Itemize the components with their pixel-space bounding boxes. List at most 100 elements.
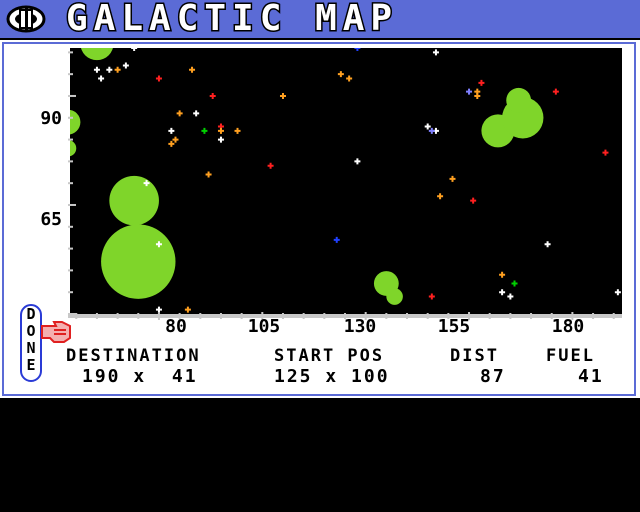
y-tick (68, 94, 76, 97)
star[interactable] (437, 193, 444, 200)
y-tick (68, 225, 73, 228)
x-tick-label: 130 (343, 316, 377, 337)
star[interactable] (602, 149, 609, 156)
star[interactable] (449, 175, 456, 182)
star[interactable] (279, 92, 286, 99)
ring-logo-icon (6, 5, 46, 33)
star[interactable] (172, 136, 179, 143)
star[interactable] (189, 66, 196, 73)
star[interactable] (122, 62, 129, 69)
x-tick-label: 180 (551, 316, 585, 337)
bottom-area (0, 398, 640, 512)
x-tick (302, 313, 305, 319)
done-letter: O (26, 322, 36, 340)
star[interactable] (478, 79, 485, 86)
y-tick (68, 269, 73, 272)
nebula (109, 175, 159, 226)
x-tick (137, 313, 140, 319)
nebula (101, 224, 176, 299)
x-tick-label: 80 (165, 316, 187, 337)
destination-value: 190 x 41 (82, 366, 198, 387)
done-letter: N (26, 339, 36, 357)
x-tick (95, 313, 98, 319)
star[interactable] (168, 127, 175, 134)
star[interactable] (424, 123, 431, 130)
star[interactable] (470, 197, 477, 204)
star[interactable] (544, 241, 551, 248)
destination-label: DESTINATION (66, 346, 201, 366)
star[interactable] (428, 293, 435, 300)
star[interactable] (131, 48, 138, 51)
start-pos-value: 125 x 100 (274, 366, 390, 387)
star[interactable] (346, 75, 353, 82)
y-tick (68, 313, 76, 315)
done-letter: E (26, 356, 36, 374)
star[interactable] (474, 92, 481, 99)
y-tick (68, 160, 73, 163)
pointing-hand-icon (41, 321, 71, 343)
y-tick-label: 65 (40, 209, 62, 230)
x-tick-label: 105 (247, 316, 281, 337)
y-tick (68, 116, 73, 119)
x-tick (219, 313, 222, 319)
x-tick (488, 313, 491, 319)
x-tick (530, 313, 533, 319)
star[interactable] (614, 289, 621, 296)
done-button[interactable]: D O N E (20, 304, 42, 382)
title-bar: GALACTIC MAP (0, 0, 640, 41)
y-axis-ticks (68, 51, 76, 315)
nebula (506, 87, 532, 113)
dist-value: 87 (480, 366, 506, 387)
star[interactable] (217, 136, 224, 143)
galactic-map[interactable] (68, 48, 622, 314)
star[interactable] (428, 127, 435, 134)
star[interactable] (201, 127, 208, 134)
y-tick (68, 73, 73, 76)
star[interactable] (552, 88, 559, 95)
page-title: GALACTIC MAP (64, 0, 399, 41)
star[interactable] (234, 127, 241, 134)
y-tick (68, 138, 73, 141)
star[interactable] (507, 293, 514, 300)
star[interactable] (193, 110, 200, 117)
y-tick (68, 291, 73, 294)
star[interactable] (176, 110, 183, 117)
x-tick-label: 155 (437, 316, 471, 337)
star[interactable] (267, 162, 274, 169)
star[interactable] (511, 280, 518, 287)
star[interactable] (466, 88, 473, 95)
start-pos-label: START POS (274, 346, 385, 366)
nebula (386, 288, 403, 305)
star[interactable] (114, 66, 121, 73)
x-tick (116, 313, 119, 319)
star[interactable] (354, 48, 361, 51)
fuel-label: FUEL (546, 346, 595, 366)
y-tick (68, 203, 76, 206)
star[interactable] (168, 140, 175, 147)
fuel-value: 41 (578, 366, 604, 387)
y-tick (68, 51, 73, 54)
star[interactable] (98, 75, 105, 82)
x-tick (323, 313, 326, 319)
star[interactable] (432, 49, 439, 56)
y-tick (68, 247, 73, 250)
star[interactable] (499, 271, 506, 278)
star[interactable] (93, 66, 100, 73)
star[interactable] (217, 127, 224, 134)
x-tick (509, 313, 512, 319)
star[interactable] (499, 289, 506, 296)
star[interactable] (106, 66, 113, 73)
y-tick (68, 182, 73, 185)
star[interactable] (333, 236, 340, 243)
star[interactable] (209, 92, 216, 99)
star[interactable] (337, 71, 344, 78)
x-tick (612, 313, 615, 319)
star[interactable] (354, 158, 361, 165)
x-tick (406, 313, 409, 319)
star[interactable] (205, 171, 212, 178)
star[interactable] (155, 75, 162, 82)
y-tick-label: 90 (40, 108, 62, 129)
dist-label: DIST (450, 346, 499, 366)
nebula (80, 48, 113, 61)
done-letter: D (26, 305, 36, 323)
